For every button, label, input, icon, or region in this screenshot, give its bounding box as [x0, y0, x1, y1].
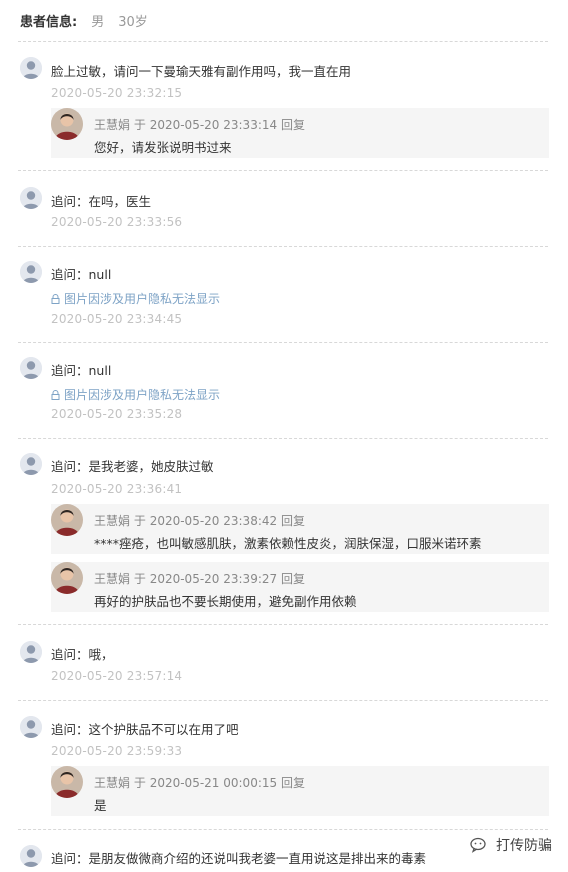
- reply-time: 2020-05-20 23:33:14: [149, 118, 278, 132]
- user-avatar-icon: [20, 453, 42, 475]
- patient-info: 患者信息: 男 30岁: [20, 8, 148, 32]
- reply-time: 2020-05-20 23:39:27: [149, 572, 278, 586]
- user-avatar-icon: [20, 845, 42, 867]
- question-time: 2020-05-20 23:32:15: [51, 86, 183, 100]
- divider: [18, 170, 548, 171]
- doctor-name: 王慧娟: [94, 572, 131, 586]
- question-time: 2020-05-20 23:36:41: [51, 482, 183, 496]
- reply-text: 您好，请发张说明书过来: [94, 140, 232, 155]
- image-hidden-note[interactable]: 图片因涉及用户隐私无法显示: [51, 386, 220, 403]
- divider: [18, 829, 548, 830]
- question-text: 追问：是朋友做微商介绍的还说叫我老婆一直用说这是排出来的毒素: [51, 851, 427, 866]
- lock-icon: [51, 293, 60, 304]
- reply-text: ****痤疮，也叫敏感肌肤，激素依赖性皮炎，润肤保湿，口服米诺环素: [94, 536, 482, 551]
- doctor-name: 王慧娟: [94, 776, 131, 790]
- patient-info-label: 患者信息:: [20, 14, 78, 30]
- doctor-reply: 王慧娟 于 2020-05-20 23:39:27 回复 再好的护肤品也不要长期…: [51, 562, 549, 612]
- doctor-name: 王慧娟: [94, 514, 131, 528]
- wechat-icon: [470, 837, 486, 853]
- reply-time: 2020-05-21 00:00:15: [149, 776, 278, 790]
- watermark-text: 打传防骗: [496, 838, 552, 854]
- question-text: 追问：这个护肤品不可以在用了吧: [51, 722, 239, 737]
- doctor-name: 王慧娟: [94, 118, 131, 132]
- reply-meta: 王慧娟 于 2020-05-20 23:38:42 回复: [94, 514, 305, 528]
- watermark: 打传防骗: [470, 835, 552, 855]
- user-avatar-icon: [20, 716, 42, 738]
- divider: [18, 246, 548, 247]
- reply-text: 再好的护肤品也不要长期使用，避免副作用依赖: [94, 594, 357, 609]
- question-text: 脸上过敏，请问一下曼瑜天雅有副作用吗，我一直在用: [51, 64, 352, 79]
- user-avatar-icon: [20, 641, 42, 663]
- question-time: 2020-05-20 23:57:14: [51, 669, 183, 683]
- question-time: 2020-05-20 23:33:56: [51, 215, 183, 229]
- question-time: 2020-05-20 23:59:33: [51, 744, 183, 758]
- reply-meta: 王慧娟 于 2020-05-21 00:00:15 回复: [94, 776, 305, 790]
- doctor-reply: 王慧娟 于 2020-05-20 23:33:14 回复 您好，请发张说明书过来: [51, 108, 549, 158]
- doctor-avatar: [51, 108, 83, 140]
- reply-meta: 王慧娟 于 2020-05-20 23:33:14 回复: [94, 118, 305, 132]
- divider: [18, 438, 548, 439]
- user-avatar-icon: [20, 57, 42, 79]
- divider: [18, 342, 548, 343]
- question-text: 追问：哦，: [51, 647, 114, 662]
- doctor-avatar: [51, 504, 83, 536]
- user-avatar-icon: [20, 357, 42, 379]
- divider: [18, 700, 548, 701]
- doctor-avatar: [51, 562, 83, 594]
- question-text: 追问：null: [51, 363, 112, 378]
- doctor-avatar: [51, 766, 83, 798]
- question-time: 2020-05-20 23:34:45: [51, 312, 183, 326]
- doctor-reply: 王慧娟 于 2020-05-20 23:38:42 回复 ****痤疮，也叫敏感…: [51, 504, 549, 554]
- reply-text: 是: [94, 798, 107, 813]
- doctor-reply: 王慧娟 于 2020-05-21 00:00:15 回复 是: [51, 766, 549, 816]
- divider: [18, 41, 548, 42]
- patient-gender: 男: [91, 14, 105, 30]
- divider: [18, 624, 548, 625]
- question-time: 2020-05-20 23:35:28: [51, 407, 183, 421]
- reply-meta: 王慧娟 于 2020-05-20 23:39:27 回复: [94, 572, 305, 586]
- user-avatar-icon: [20, 187, 42, 209]
- question-text: 追问：在吗，医生: [51, 194, 152, 209]
- reply-time: 2020-05-20 23:38:42: [149, 514, 278, 528]
- question-text: 追问：是我老婆，她皮肤过敏: [51, 459, 214, 474]
- question-text: 追问：null: [51, 267, 112, 282]
- image-hidden-note[interactable]: 图片因涉及用户隐私无法显示: [51, 290, 220, 307]
- patient-age: 30岁: [118, 14, 148, 30]
- user-avatar-icon: [20, 261, 42, 283]
- lock-icon: [51, 389, 60, 400]
